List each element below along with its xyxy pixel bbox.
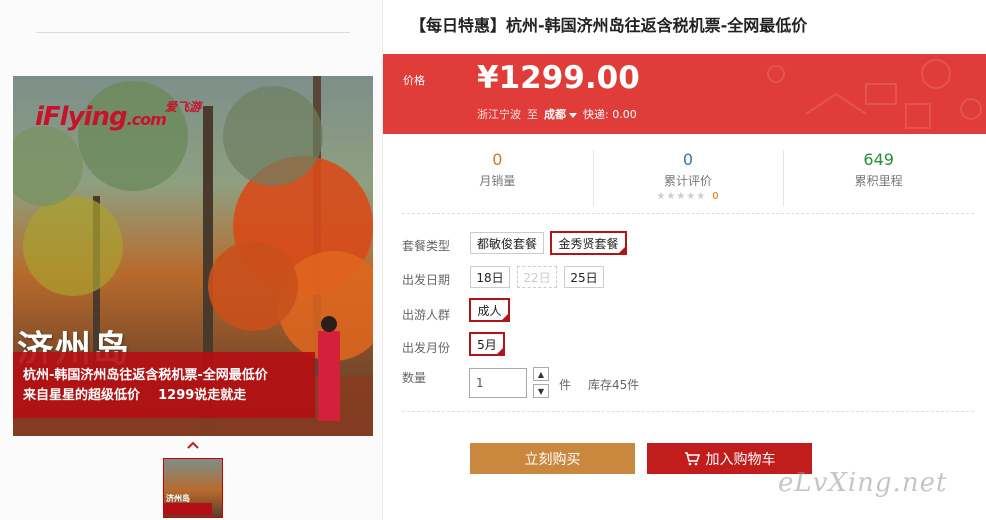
- destination-label: 成都: [544, 108, 566, 121]
- product-main-image[interactable]: iFlying.com 爱飞游 济州岛 杭州-韩国济州岛往返含税机票-全网最低价…: [13, 76, 373, 436]
- stock-info: 库存45件: [588, 378, 640, 392]
- brand-cn: 爱飞游: [165, 100, 202, 114]
- stat-label: 累积里程: [854, 174, 903, 188]
- month-option-5[interactable]: 5月: [469, 332, 505, 356]
- stat-value: 649: [863, 150, 894, 169]
- brand-logo: iFlying.com: [35, 102, 167, 132]
- buy-now-label: 立刻购买: [524, 451, 581, 468]
- product-gallery: iFlying.com 爱飞游 济州岛 杭州-韩国济州岛往返含税机票-全网最低价…: [0, 0, 383, 520]
- quantity-increase-button[interactable]: ▲: [533, 367, 549, 381]
- add-to-cart-label: 加入购物车: [705, 451, 776, 468]
- group-option-adult[interactable]: 成人: [469, 298, 510, 322]
- quantity-decrease-button[interactable]: ▼: [533, 384, 549, 398]
- stat-label: 月销量: [479, 174, 516, 188]
- watermark: eLvXing.net: [778, 468, 948, 498]
- price-value: ¥1299.00: [477, 60, 640, 96]
- quantity-unit: 件: [559, 378, 572, 392]
- date-label: 出发日期: [402, 273, 451, 287]
- thumbnail-banner: [164, 503, 212, 515]
- rating-stars: ★★★★★ 0: [593, 191, 784, 202]
- chevron-up-icon[interactable]: [186, 440, 200, 450]
- stats-bar: 0 月销量 0 累计评价 ★★★★★ 0 649 累积里程: [402, 146, 974, 206]
- thumbnail-label: 济州岛: [166, 494, 190, 503]
- thumbnail-image[interactable]: 济州岛: [163, 458, 223, 518]
- brand-name: iFlying: [35, 102, 128, 132]
- divider: [402, 411, 974, 412]
- banner-line-1: 杭州-韩国济州岛往返含税机票-全网最低价: [23, 368, 268, 383]
- image-banner: 杭州-韩国济州岛往返含税机票-全网最低价 来自星星的超级低价 1299说走就走: [13, 352, 315, 418]
- product-title: 【每日特惠】杭州-韩国济州岛往返含税机票-全网最低价: [410, 16, 808, 35]
- quantity-input[interactable]: [469, 368, 527, 398]
- stat-value: 0: [492, 150, 503, 169]
- chevron-down-icon: [569, 112, 577, 118]
- divider: [36, 32, 350, 33]
- shipping-fee: 快递: 0.00: [583, 108, 637, 121]
- stat-monthly-sales: 0 月销量: [402, 146, 593, 206]
- shipping-info: 浙江宁波 至 成都 快递: 0.00: [477, 106, 637, 122]
- date-option-18[interactable]: 18日: [470, 266, 510, 288]
- decorative-pattern: [767, 59, 982, 129]
- divider: [402, 213, 974, 214]
- month-label: 出发月份: [402, 341, 451, 355]
- package-option-1[interactable]: 都敏俊套餐: [470, 232, 544, 254]
- price-label: 价格: [403, 74, 425, 87]
- stat-label: 累计评价: [664, 174, 713, 188]
- price-panel: 价格 ¥1299.00 浙江宁波 至 成都 快递: 0.00: [383, 54, 986, 134]
- stat-value: 0: [682, 150, 694, 169]
- stat-reviews[interactable]: 0 累计评价 ★★★★★ 0: [592, 146, 784, 206]
- review-count: 0: [712, 191, 720, 202]
- date-option-22[interactable]: 22日: [517, 266, 557, 288]
- quantity-label: 数量: [402, 371, 427, 385]
- group-label: 出游人群: [402, 308, 451, 322]
- cart-icon: [684, 451, 700, 465]
- stat-mileage: 649 累积里程: [783, 146, 974, 206]
- ship-to: 至: [527, 108, 538, 121]
- buy-now-button[interactable]: 立刻购买: [470, 443, 635, 474]
- banner-line-2: 来自星星的超级低价 1299说走就走: [23, 388, 247, 403]
- destination-select[interactable]: 成都: [544, 106, 577, 122]
- brand-suffix: .com: [126, 110, 167, 129]
- date-option-25[interactable]: 25日: [564, 266, 604, 288]
- package-label: 套餐类型: [402, 239, 451, 253]
- package-option-2[interactable]: 金秀贤套餐: [550, 231, 627, 255]
- ship-origin: 浙江宁波: [477, 108, 521, 121]
- star-icons: ★★★★★: [656, 191, 707, 202]
